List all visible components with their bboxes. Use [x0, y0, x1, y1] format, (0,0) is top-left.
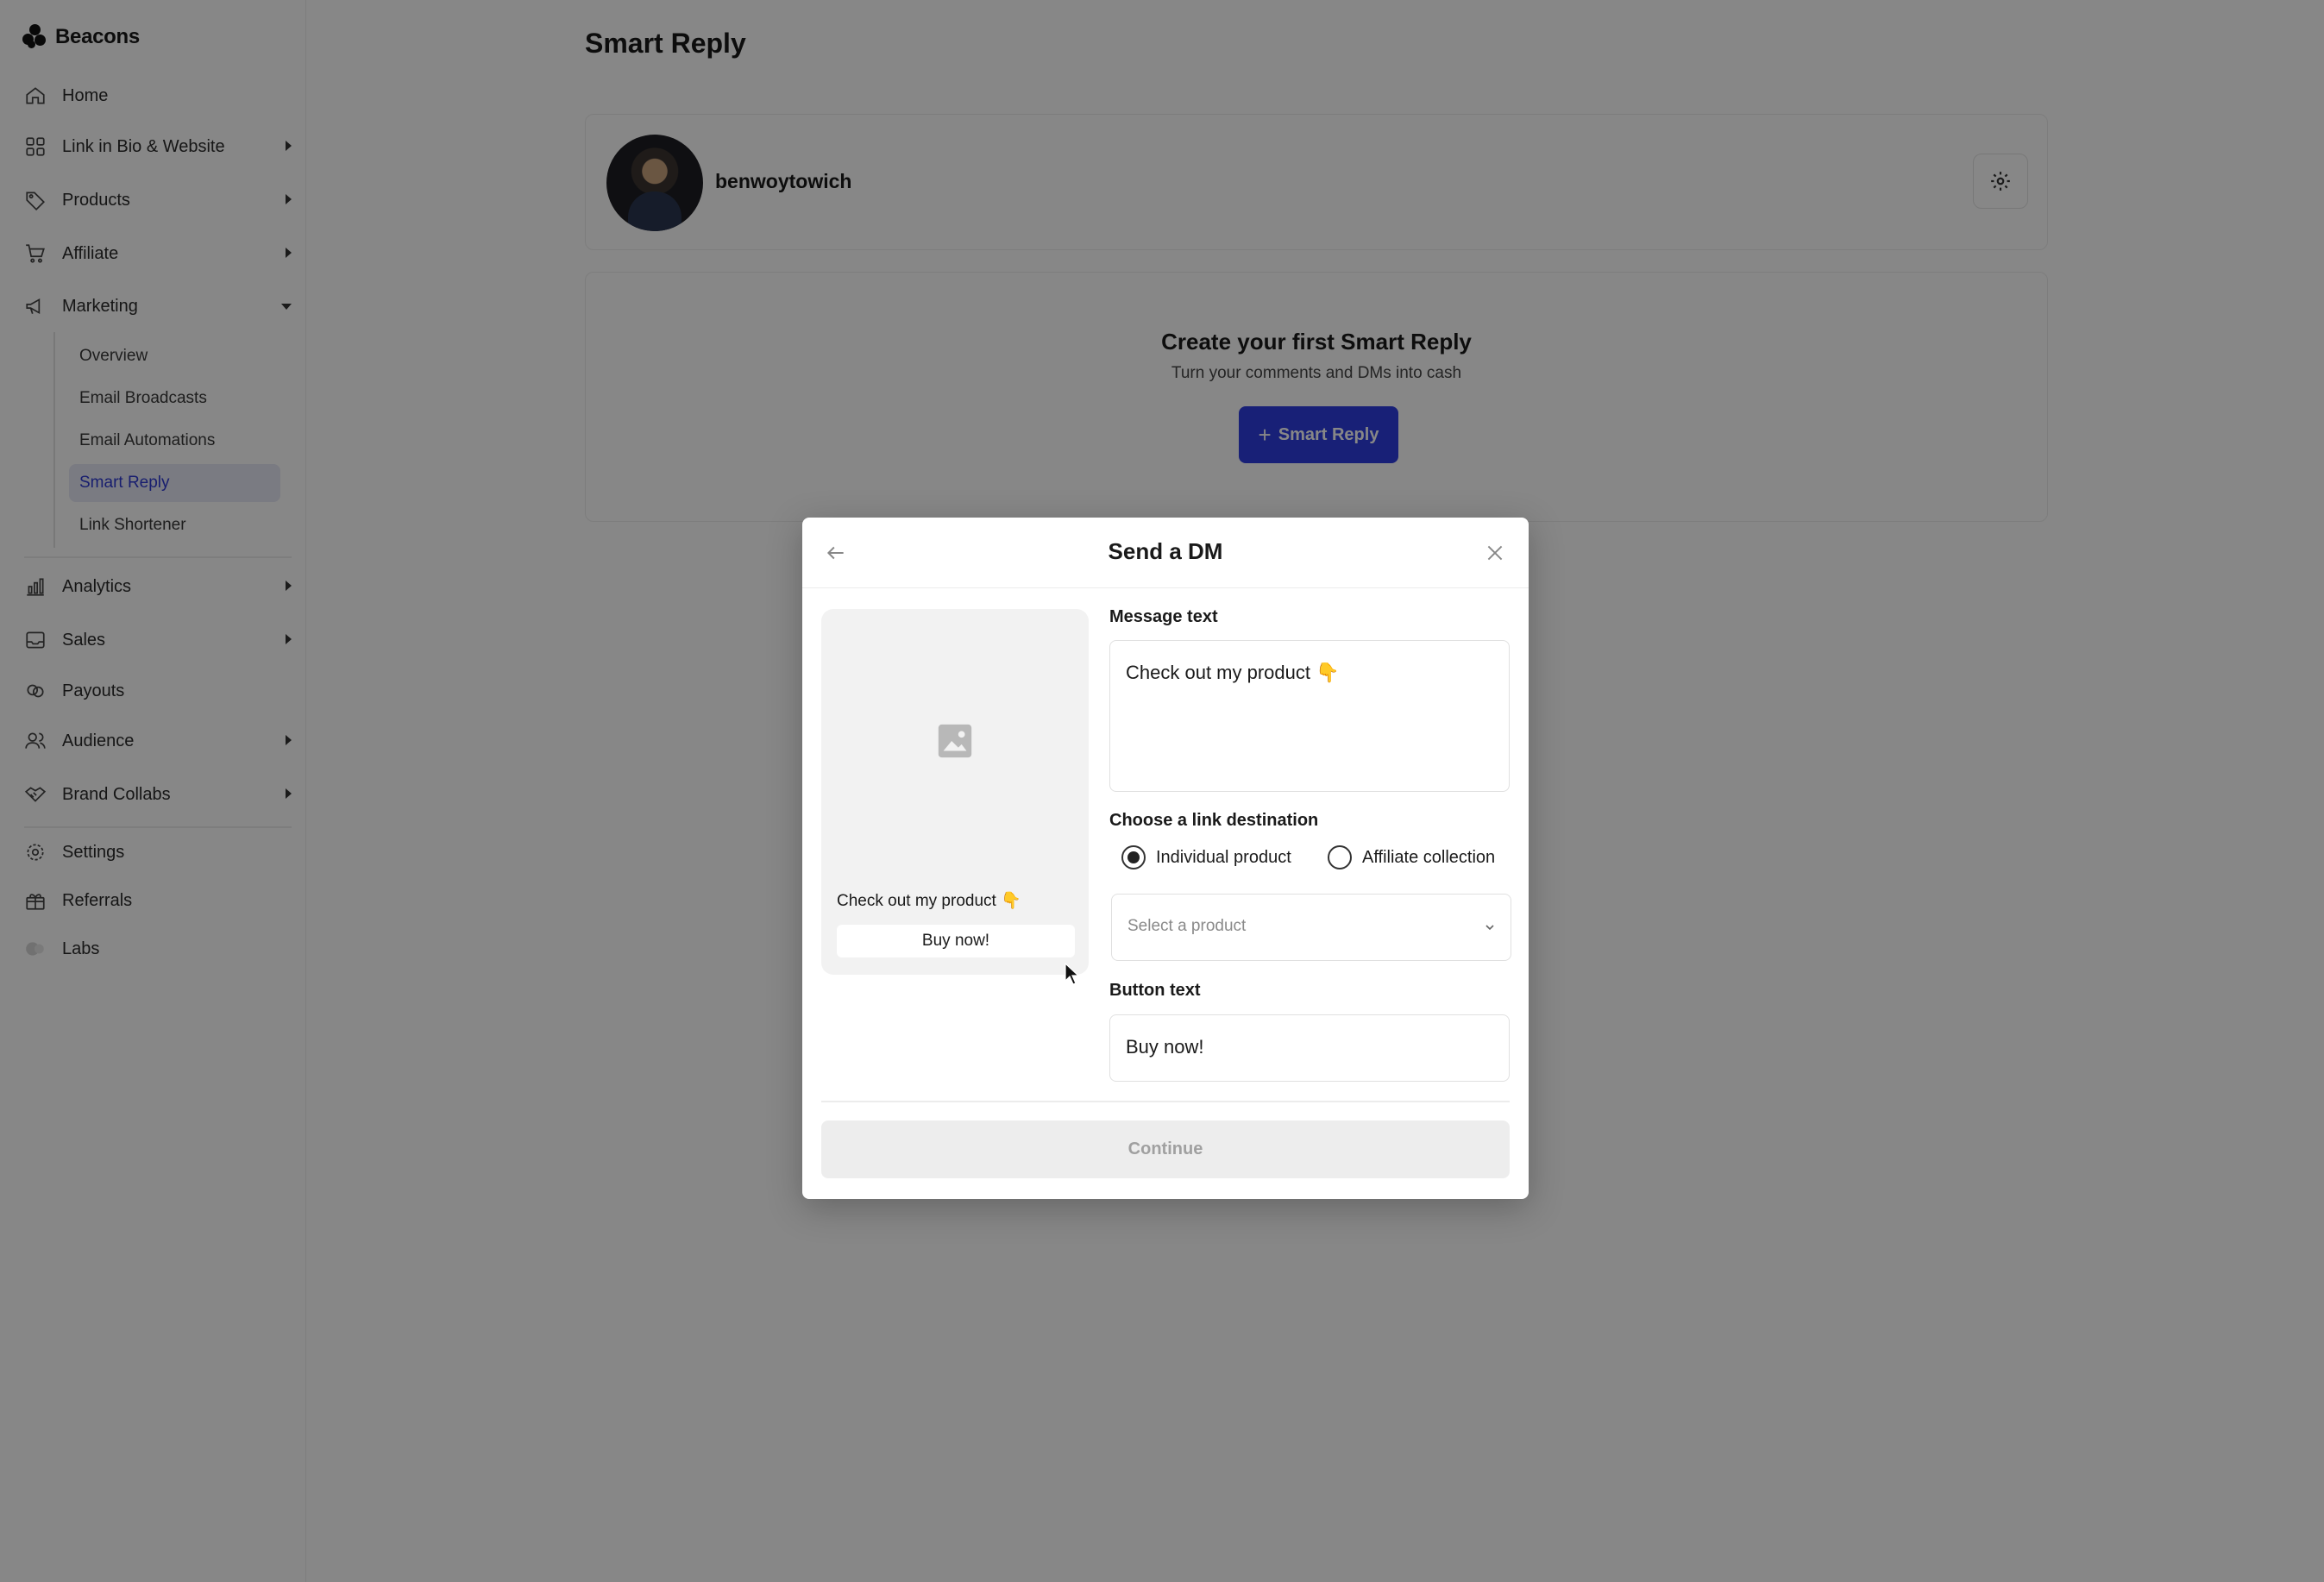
message-text-value: Check out my product 👇	[1126, 662, 1340, 683]
product-select[interactable]: Select a product	[1111, 894, 1511, 961]
chevron-down-icon	[1485, 925, 1494, 931]
close-icon	[1487, 545, 1503, 561]
button-text-value: Buy now!	[1126, 1036, 1204, 1058]
preview-message: Check out my product 👇	[837, 892, 1021, 910]
radio-checked-icon	[1121, 845, 1146, 869]
image-placeholder-icon	[938, 724, 972, 758]
radio-affiliate-label: Affiliate collection	[1362, 847, 1496, 867]
modal-header: Send a DM	[802, 518, 1529, 588]
modal-title: Send a DM	[1108, 538, 1223, 564]
radio-affiliate-collection[interactable]: Affiliate collection	[1328, 845, 1495, 869]
send-dm-modal: Send a DM Check out my product 👇 Buy now…	[802, 518, 1529, 1199]
message-text-label: Message text	[1109, 607, 1218, 626]
link-destination-label: Choose a link destination	[1109, 811, 1319, 830]
continue-button[interactable]: Continue	[821, 1121, 1510, 1178]
dm-preview: Check out my product 👇 Buy now!	[821, 609, 1089, 975]
radio-individual-label: Individual product	[1156, 847, 1291, 867]
mouse-cursor-icon	[1065, 963, 1080, 985]
close-button[interactable]	[1480, 538, 1510, 568]
message-text-input[interactable]: Check out my product 👇	[1109, 640, 1510, 792]
radio-unchecked-icon	[1328, 845, 1352, 869]
button-text-label: Button text	[1109, 981, 1201, 1000]
radio-individual-product[interactable]: Individual product	[1121, 845, 1291, 869]
modal-divider	[821, 1101, 1510, 1102]
preview-buy-button: Buy now!	[837, 925, 1075, 957]
button-text-input[interactable]: Buy now!	[1109, 1014, 1510, 1082]
product-select-placeholder: Select a product	[1127, 917, 1247, 935]
